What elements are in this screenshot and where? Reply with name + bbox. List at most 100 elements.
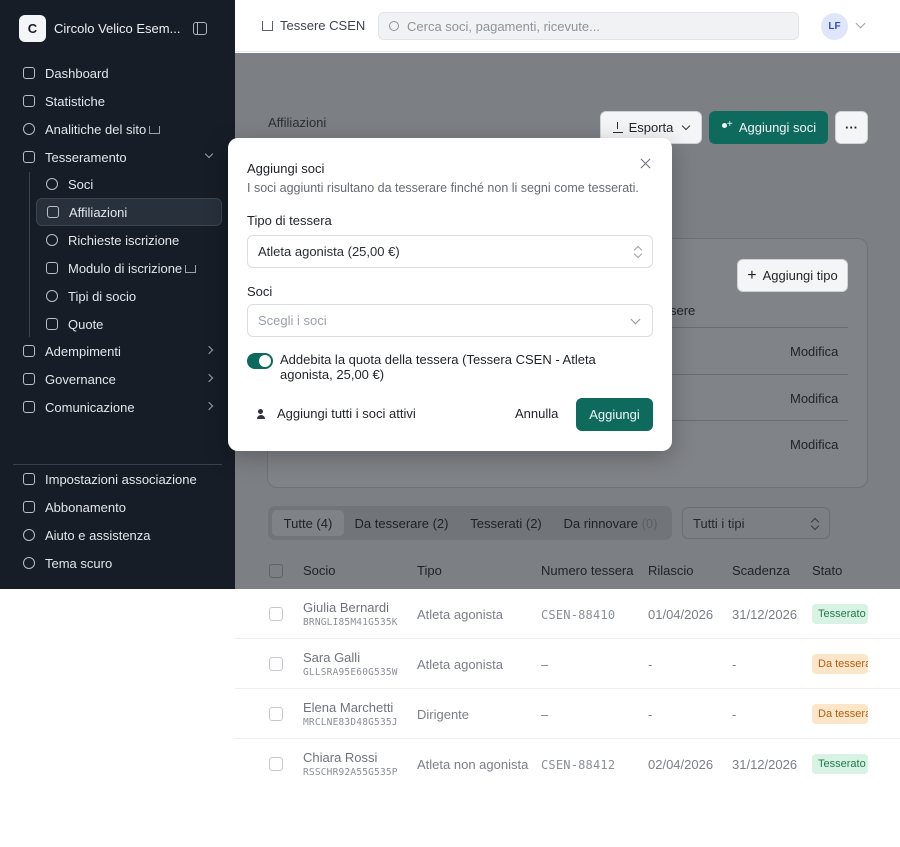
- sidebar-item-label: Tema scuro: [45, 555, 113, 571]
- chevron-down-icon: [204, 149, 214, 159]
- breadcrumb[interactable]: Tessere CSEN: [262, 18, 365, 33]
- sidebar-item-dashboard[interactable]: Dashboard: [13, 59, 222, 87]
- chevron-right-icon: [204, 401, 214, 411]
- card-number: CSEN-88412: [541, 758, 616, 772]
- close-icon[interactable]: [640, 158, 652, 170]
- row-checkbox[interactable]: [269, 757, 283, 771]
- home-icon: [262, 20, 273, 31]
- sidebar-item-modulo[interactable]: Modulo di iscrizione: [36, 254, 222, 282]
- submit-add-button[interactable]: Aggiungi: [576, 398, 653, 431]
- sidebar-item-adempimenti[interactable]: Adempimenti: [13, 337, 222, 365]
- status-badge: Tesserato: [812, 604, 868, 624]
- brand-switcher[interactable]: C Circolo Velico Esem...: [19, 15, 215, 42]
- search-input[interactable]: Cerca soci, pagamenti, ricevute...: [378, 12, 799, 40]
- add-type-button[interactable]: + Aggiungi tipo: [737, 259, 848, 292]
- tab-tesserati[interactable]: Tesserati (2): [462, 510, 550, 536]
- issue-date: -: [648, 657, 653, 672]
- search-icon: [389, 21, 399, 31]
- sidebar-item-analitiche[interactable]: Analitiche del sito: [13, 115, 222, 143]
- column-header[interactable]: Tipo: [417, 563, 442, 578]
- sidebar-item-tipi-socio[interactable]: Tipi di socio: [36, 282, 222, 310]
- member-tax-code: GLLSRA95E60G535W: [303, 667, 398, 678]
- select-arrows-icon: [812, 518, 818, 530]
- row-checkbox[interactable]: [269, 657, 283, 671]
- sidebar-item-quote[interactable]: Quote: [36, 310, 222, 338]
- column-header[interactable]: Rilascio: [648, 563, 694, 578]
- table-row[interactable]: Sara Galli GLLSRA95E60G535W Atleta agoni…: [235, 639, 900, 689]
- cancel-button[interactable]: Annulla: [515, 406, 558, 421]
- member-name[interactable]: Chiara Rossi: [303, 750, 377, 765]
- table-header: Socio Tipo Numero tessera Rilascio Scade…: [235, 553, 900, 589]
- table-row[interactable]: Giulia Bernardi BRNGLI85M41G535K Atleta …: [235, 589, 900, 639]
- sidebar: C Circolo Velico Esem... Dashboard Stati…: [0, 0, 235, 589]
- row-checkbox[interactable]: [269, 707, 283, 721]
- users-icon: [46, 290, 58, 302]
- sidebar-item-label: Richieste iscrizione: [68, 232, 180, 248]
- dialog-title: Aggiungi soci: [247, 161, 325, 176]
- search-placeholder: Cerca soci, pagamenti, ricevute...: [407, 18, 600, 34]
- column-header[interactable]: Socio: [303, 563, 336, 578]
- table-row[interactable]: Chiara Rossi RSSCHR92A55G535P Atleta non…: [235, 739, 900, 789]
- expiry-date: -: [732, 657, 737, 672]
- member-name[interactable]: Giulia Bernardi: [303, 600, 389, 615]
- edit-link[interactable]: Modifica: [790, 344, 838, 359]
- tab-label: Da rinnovare: [563, 515, 638, 531]
- crown-icon: [149, 126, 161, 135]
- tab-tutte[interactable]: Tutte (4): [272, 510, 344, 536]
- sidebar-item-affiliazioni[interactable]: Affiliazioni: [36, 198, 222, 226]
- member-name[interactable]: Elena Marchetti: [303, 700, 393, 715]
- sidebar-item-tesseramento[interactable]: Tesseramento: [13, 143, 222, 171]
- divider: [672, 327, 848, 328]
- form-icon: [46, 262, 58, 274]
- sidebar-item-impostazioni[interactable]: Impostazioni associazione: [13, 465, 222, 493]
- add-all-active-button[interactable]: Aggiungi tutti i soci attivi: [257, 406, 416, 421]
- user-plus-icon: [46, 234, 58, 246]
- add-members-label: Aggiungi soci: [738, 120, 817, 135]
- tab-da-rinnovare[interactable]: Da rinnovare (0): [557, 510, 664, 536]
- column-header[interactable]: Stato: [812, 563, 842, 578]
- edit-link[interactable]: Modifica: [790, 437, 838, 452]
- brand-name: Circolo Velico Esem...: [54, 21, 181, 36]
- chevron-down-icon[interactable]: [855, 18, 866, 29]
- edit-link[interactable]: Modifica: [790, 391, 838, 406]
- scale-icon: [23, 373, 35, 385]
- members-placeholder: Scegli i soci: [258, 313, 327, 328]
- avatar[interactable]: LF: [821, 13, 848, 40]
- column-header[interactable]: Scadenza: [732, 563, 790, 578]
- chevron-down-icon: [682, 121, 691, 131]
- more-options-button[interactable]: ···: [835, 111, 868, 144]
- building-icon: [47, 206, 59, 218]
- status-tabs: Tutte (4) Da tesserare (2) Tesserati (2)…: [268, 506, 672, 540]
- table-row[interactable]: Elena Marchetti MRCLNE83D48G535J Dirigen…: [235, 689, 900, 739]
- sidebar-item-richieste[interactable]: Richieste iscrizione: [36, 226, 222, 254]
- card-type-select[interactable]: Atleta agonista (25,00 €): [247, 235, 653, 268]
- megaphone-icon: [23, 401, 35, 413]
- building-icon: [23, 473, 35, 485]
- filter-value: Tutti i tipi: [693, 515, 745, 531]
- sidebar-item-abbonamento[interactable]: Abbonamento: [13, 493, 222, 521]
- charge-fee-toggle[interactable]: [247, 353, 273, 369]
- sidebar-item-governance[interactable]: Governance: [13, 365, 222, 393]
- type-filter-select[interactable]: Tutti i tipi: [682, 507, 830, 539]
- help-icon: [23, 529, 35, 541]
- tab-da-tesserare[interactable]: Da tesserare (2): [348, 510, 455, 536]
- sidebar-item-label: Comunicazione: [45, 399, 135, 415]
- document-icon: [23, 345, 35, 357]
- expiry-date: 31/12/2026: [732, 757, 798, 772]
- sidebar-item-statistiche[interactable]: Statistiche: [13, 87, 222, 115]
- sidebar-item-label: Modulo di iscrizione: [68, 261, 197, 276]
- members-select[interactable]: Scegli i soci: [247, 304, 653, 337]
- sidebar-toggle-button[interactable]: [190, 19, 210, 39]
- charge-fee-label[interactable]: Addebita la quota della tessera (Tessera…: [280, 352, 642, 382]
- sidebar-item-soci[interactable]: Soci: [36, 170, 222, 198]
- sidebar-item-comunicazione[interactable]: Comunicazione: [13, 393, 222, 421]
- sidebar-item-aiuto[interactable]: Aiuto e assistenza: [13, 521, 222, 549]
- column-header[interactable]: Numero tessera: [541, 563, 633, 578]
- select-all-checkbox[interactable]: [269, 564, 283, 578]
- add-members-button[interactable]: Aggiungi soci: [709, 111, 828, 144]
- select-arrows-icon: [635, 246, 641, 258]
- sidebar-item-tema-scuro[interactable]: Tema scuro: [13, 549, 222, 577]
- member-type: Atleta agonista: [417, 657, 504, 672]
- member-name[interactable]: Sara Galli: [303, 650, 360, 665]
- row-checkbox[interactable]: [269, 607, 283, 621]
